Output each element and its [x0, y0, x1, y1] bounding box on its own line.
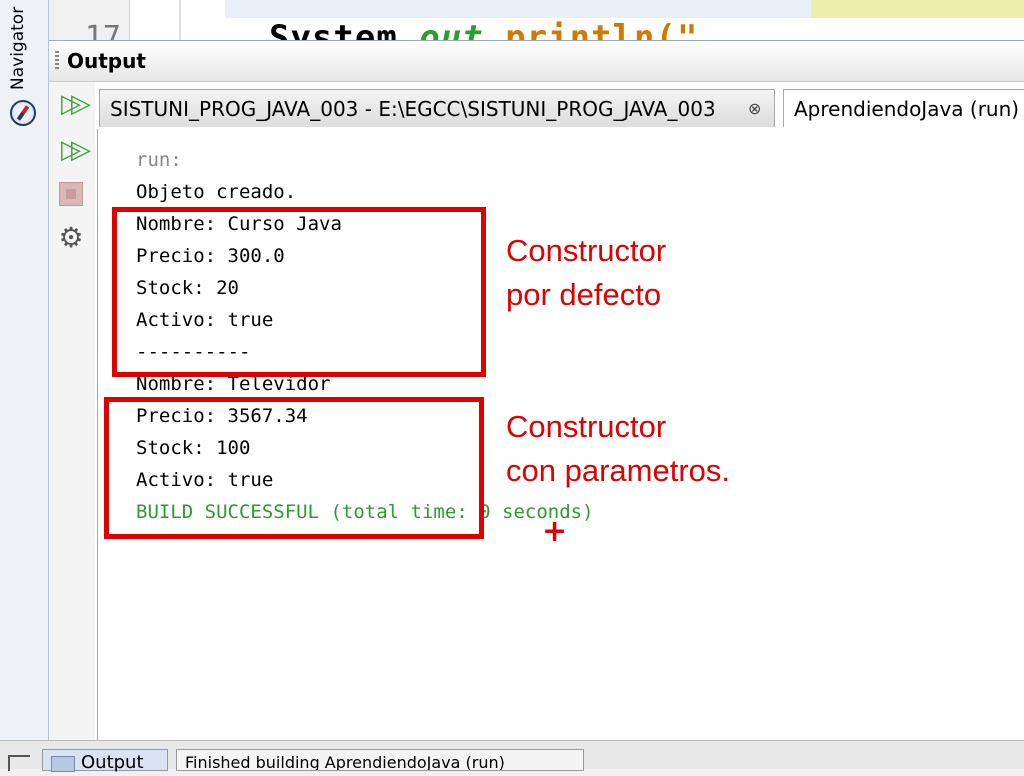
output-tab-bar: SISTUNI_PROG_JAVA_003 - E:\EGCC\SISTUNI_… — [99, 89, 1024, 129]
editor-area[interactable]: 17 System.out.println(" — [49, 0, 1024, 40]
fold-column — [179, 0, 181, 40]
annotation-note-default: Constructor por defecto — [506, 229, 666, 317]
tab-sistuni-prog-java[interactable]: SISTUNI_PROG_JAVA_003 - E:\EGCC\SISTUNI_… — [99, 89, 775, 127]
compass-icon[interactable] — [10, 100, 36, 126]
annotation-box-default — [112, 207, 486, 377]
code-line[interactable]: System.out.println(" — [269, 18, 698, 40]
rerun-with-params-button[interactable]: ▷▷ — [55, 134, 91, 166]
code-out: out — [419, 18, 484, 40]
output-window: Output ▷▷ ▷▷ ⚙ SISTUNI_PROG_JAVA_003 - E… — [49, 40, 1024, 741]
note-line: con parametros. — [506, 453, 730, 488]
line-number: 17 — [84, 20, 121, 40]
annotation-note-params: Constructor con parametros. — [506, 405, 730, 493]
navigator-strip[interactable]: Navigator — [0, 0, 49, 740]
output-title-bar[interactable]: Output — [49, 41, 1024, 82]
line-highlight-yellow — [811, 0, 1024, 18]
code-prefix: System. — [269, 18, 420, 40]
tab-aprendiendo-java[interactable]: AprendiendoJava (run) — [783, 89, 1024, 127]
tab-label: SISTUNI_PROG_JAVA_003 - E:\EGCC\SISTUNI_… — [110, 97, 716, 121]
drag-grip-icon[interactable] — [55, 51, 59, 71]
note-line: Constructor — [506, 233, 667, 268]
crosshair-cursor-icon: + — [542, 514, 568, 549]
note-line: por defecto — [506, 277, 662, 312]
console-output[interactable]: run: Objeto creado. Nombre: Curso Java P… — [97, 129, 1024, 741]
note-line: Constructor — [506, 409, 667, 444]
line-gutter: 17 — [49, 0, 130, 40]
rerun-button[interactable]: ▷▷ — [55, 88, 91, 120]
close-icon[interactable]: ⊗ — [748, 90, 761, 128]
window-icon[interactable] — [8, 755, 30, 771]
navigator-label[interactable]: Navigator — [8, 7, 28, 90]
annotation-box-params — [104, 397, 484, 539]
console-line: run: — [136, 149, 182, 171]
console-line: Objeto creado. — [136, 181, 297, 203]
output-toolbar: ▷▷ ▷▷ ⚙ — [49, 82, 95, 741]
output-title: Output — [67, 49, 146, 73]
stop-button[interactable] — [59, 182, 83, 206]
bottom-bar: Output Finished building AprendiendoJava… — [0, 740, 1024, 773]
settings-icon[interactable]: ⚙ — [55, 222, 87, 254]
code-suffix: .println(" — [483, 18, 699, 40]
tab-label: AprendiendoJava (run) — [794, 97, 1020, 121]
